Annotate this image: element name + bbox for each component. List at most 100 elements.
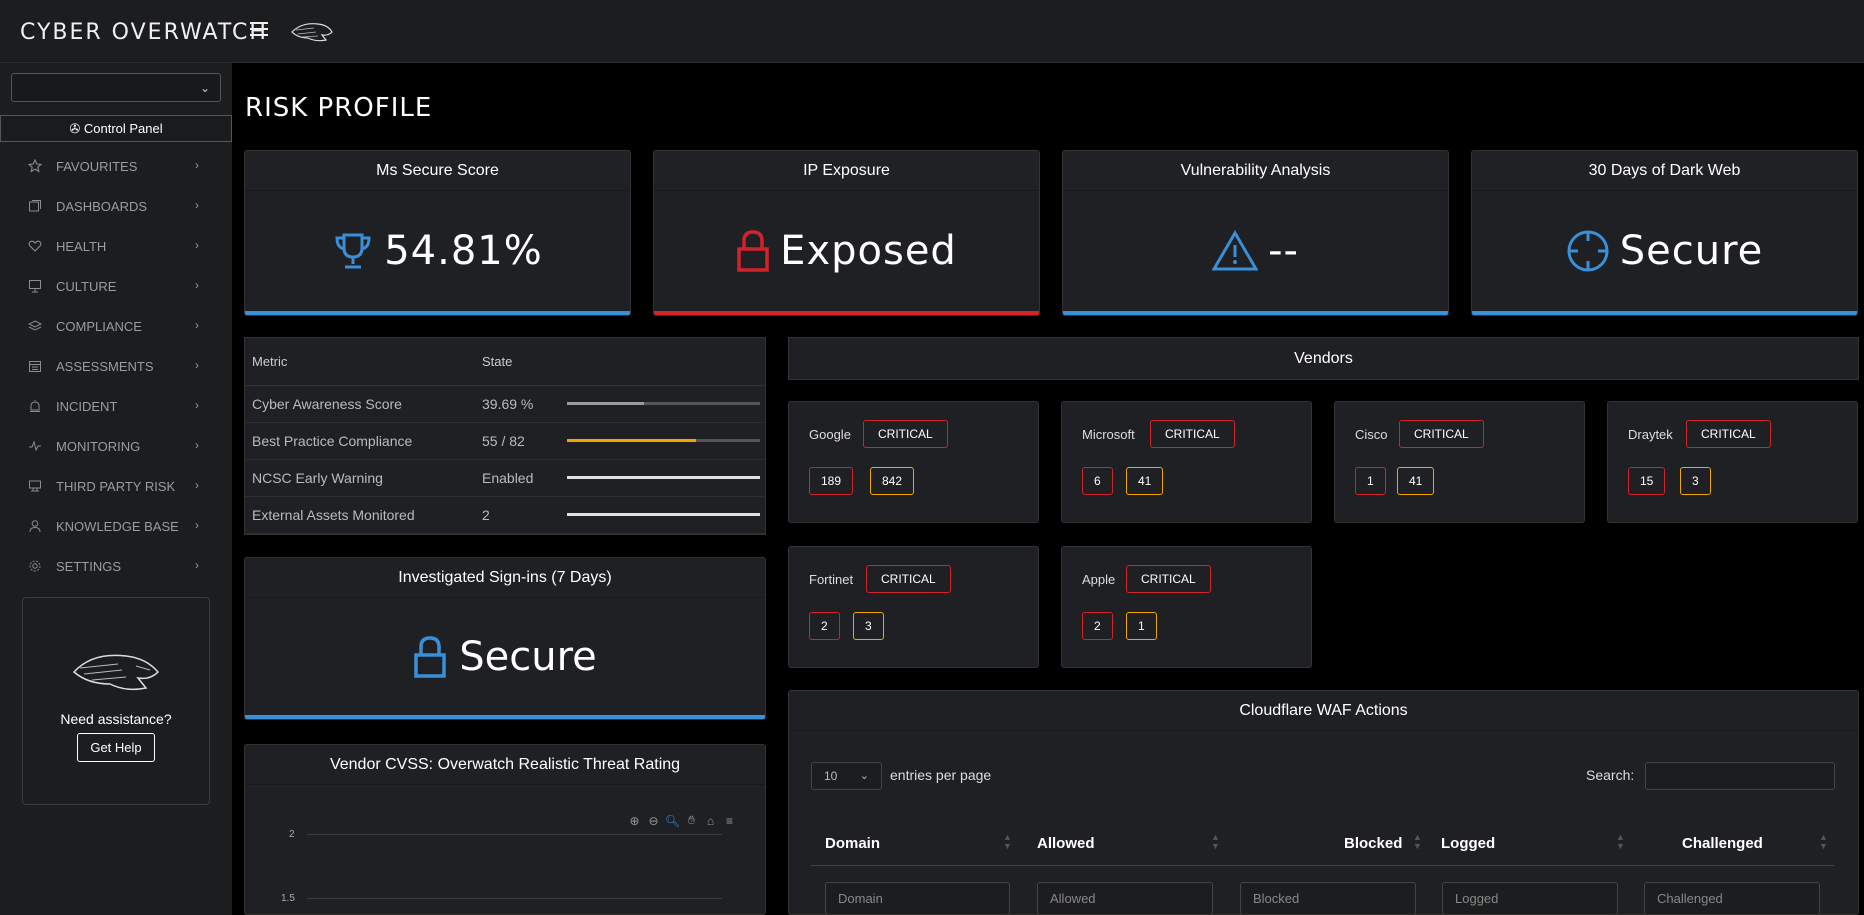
sidebar-item-label: CULTURE [56,278,117,294]
pan-icon[interactable]: ✋︎ [684,813,699,828]
metric-name: NCSC Early Warning [245,459,475,497]
menu-icon[interactable]: ≡ [722,813,737,828]
stat-card-title: Ms Secure Score [245,151,630,191]
chevron-right-icon: › [195,358,199,372]
progress-bar [567,439,760,442]
vendor-card-google[interactable]: Google CRITICAL 189 842 [788,401,1039,523]
vendor-card-draytek[interactable]: Draytek CRITICAL 15 3 [1607,401,1858,523]
blocked-filter-input[interactable]: Blocked [1240,882,1416,914]
lion-logo-icon [72,654,160,691]
metrics-table: Metric State Cyber Awareness Score 39.69… [244,337,766,535]
allowed-filter-input[interactable]: Allowed [1037,882,1213,914]
chevron-right-icon: › [195,478,199,492]
star-icon [27,158,43,174]
page-title: RISK PROFILE [245,93,433,123]
home-icon[interactable]: ⌂ [703,813,718,828]
sort-icon[interactable]: ▲ ▼ [1211,833,1220,851]
critical-badge: CRITICAL [866,565,951,593]
stat-card-value: 54.81% [384,228,543,274]
challenged-filter-input[interactable]: Challenged [1644,882,1820,914]
entries-per-page-select[interactable]: 10 ⌄ [811,762,882,790]
column-header-logged[interactable]: Logged [1441,835,1495,852]
stat-card-value: Exposed [780,228,957,274]
signins-card: Investigated Sign-ins (7 Days) Secure [244,557,766,720]
sidebar-item-label: SETTINGS [56,558,122,574]
sidebar-item-label: ASSESSMENTS [56,358,154,374]
vendor-card-microsoft[interactable]: Microsoft CRITICAL 6 41 [1061,401,1312,523]
zoom-out-icon[interactable]: ⊖ [646,813,661,828]
magnifier-icon[interactable]: 🔍︎ [665,813,680,828]
column-header-challenged[interactable]: Challenged [1682,835,1763,852]
progress-bar [567,513,760,516]
sort-icon[interactable]: ▲ ▼ [1413,833,1422,851]
control-panel-button[interactable]: ✇ Control Panel [0,115,232,142]
search-input[interactable] [1645,762,1835,790]
column-header: Metric [245,338,475,386]
critical-count: 15 [1628,467,1666,495]
waf-actions-card: Cloudflare WAF Actions 10 ⌄ entries per p… [788,690,1859,915]
logged-filter-input[interactable]: Logged [1442,882,1618,914]
sidebar-item-label: DASHBOARDS [56,198,148,214]
get-help-button[interactable]: Get Help [77,733,155,762]
vendor-name: Fortinet [809,572,854,587]
metric-name: Cyber Awareness Score [245,385,475,423]
table-row: NCSC Early Warning Enabled [245,459,765,497]
sidebar-item-third-party-risk[interactable]: THIRD PARTY RISK › [0,466,232,506]
sidebar-item-culture[interactable]: CULTURE › [0,266,232,306]
sort-icon[interactable]: ▲ ▼ [1003,833,1012,851]
sidebar-item-dashboards[interactable]: DASHBOARDS › [0,186,232,226]
metric-name: External Assets Monitored [245,496,475,534]
stat-card-accent-bar [1063,311,1448,315]
chevron-right-icon: › [195,158,199,172]
stat-card-vulnerability: Vulnerability Analysis -- [1062,150,1449,316]
sidebar-item-health[interactable]: HEALTH › [0,226,232,266]
vendor-name: Apple [1082,572,1116,587]
critical-badge: CRITICAL [1399,420,1484,448]
vendor-card-cisco[interactable]: Cisco CRITICAL 1 41 [1334,401,1585,523]
sort-icon[interactable]: ▲ ▼ [1616,833,1625,851]
sidebar-item-favourites[interactable]: FAVOURITES › [0,146,232,186]
brand-logo-text[interactable]: CYBER OVERWATCH [20,20,268,45]
lock-icon [414,636,446,678]
sidebar-item-monitoring[interactable]: MONITORING › [0,426,232,466]
high-count: 41 [1126,467,1164,495]
sidebar-item-compliance[interactable]: COMPLIANCE › [0,306,232,346]
vendor-card-fortinet[interactable]: Fortinet CRITICAL 2 3 [788,546,1039,668]
stat-card-dark-web: 30 Days of Dark Web Secure [1471,150,1858,316]
main-content: RISK PROFILE Ms Secure Score 54.81% IP E… [232,63,1864,915]
domain-filter-input[interactable]: Domain [825,882,1010,914]
sidebar-item-settings[interactable]: SETTINGS › [0,546,232,586]
client-select[interactable]: ⌄ [11,73,221,102]
column-header-allowed[interactable]: Allowed [1037,835,1095,852]
sidebar-item-assessments[interactable]: ASSESSMENTS › [0,346,232,386]
sidebar-item-knowledge-base[interactable]: KNOWLEDGE BASE › [0,506,232,546]
stat-card-value: Secure [1619,228,1764,274]
chart-toolbar: ⊕ ⊖ 🔍︎ ✋︎ ⌂ ≡ [627,813,737,828]
stat-card-title: 30 Days of Dark Web [1472,151,1857,191]
cvss-title: Vendor CVSS: Overwatch Realistic Threat … [245,745,765,785]
signins-value: Secure [459,634,597,680]
column-header-blocked[interactable]: Blocked [1344,835,1402,852]
column-header-domain[interactable]: Domain [825,835,880,852]
critical-badge: CRITICAL [1126,565,1211,593]
high-count: 1 [1126,612,1157,640]
menu-toggle-icon[interactable] [250,22,268,36]
zoom-in-icon[interactable]: ⊕ [627,813,642,828]
calendar-icon [27,358,43,374]
sidebar-item-incident[interactable]: INCIDENT › [0,386,232,426]
critical-badge: CRITICAL [1150,420,1235,448]
dashboard-icon [27,198,43,214]
sort-icon[interactable]: ▲ ▼ [1819,833,1828,851]
chevron-down-icon: ⌄ [199,81,210,95]
vendor-name: Cisco [1355,427,1388,442]
table-row: Cyber Awareness Score 39.69 % [245,385,765,423]
chevron-right-icon: › [195,398,199,412]
vendor-card-apple[interactable]: Apple CRITICAL 2 1 [1061,546,1312,668]
layers-icon [27,318,43,334]
per-page-label: entries per page [890,767,992,783]
sidebar-item-label: HEALTH [56,238,107,254]
signins-accent-bar [245,715,765,719]
column-header: State [475,338,765,386]
stat-card-accent-bar [245,311,630,315]
control-panel-label: Control Panel [83,121,163,136]
